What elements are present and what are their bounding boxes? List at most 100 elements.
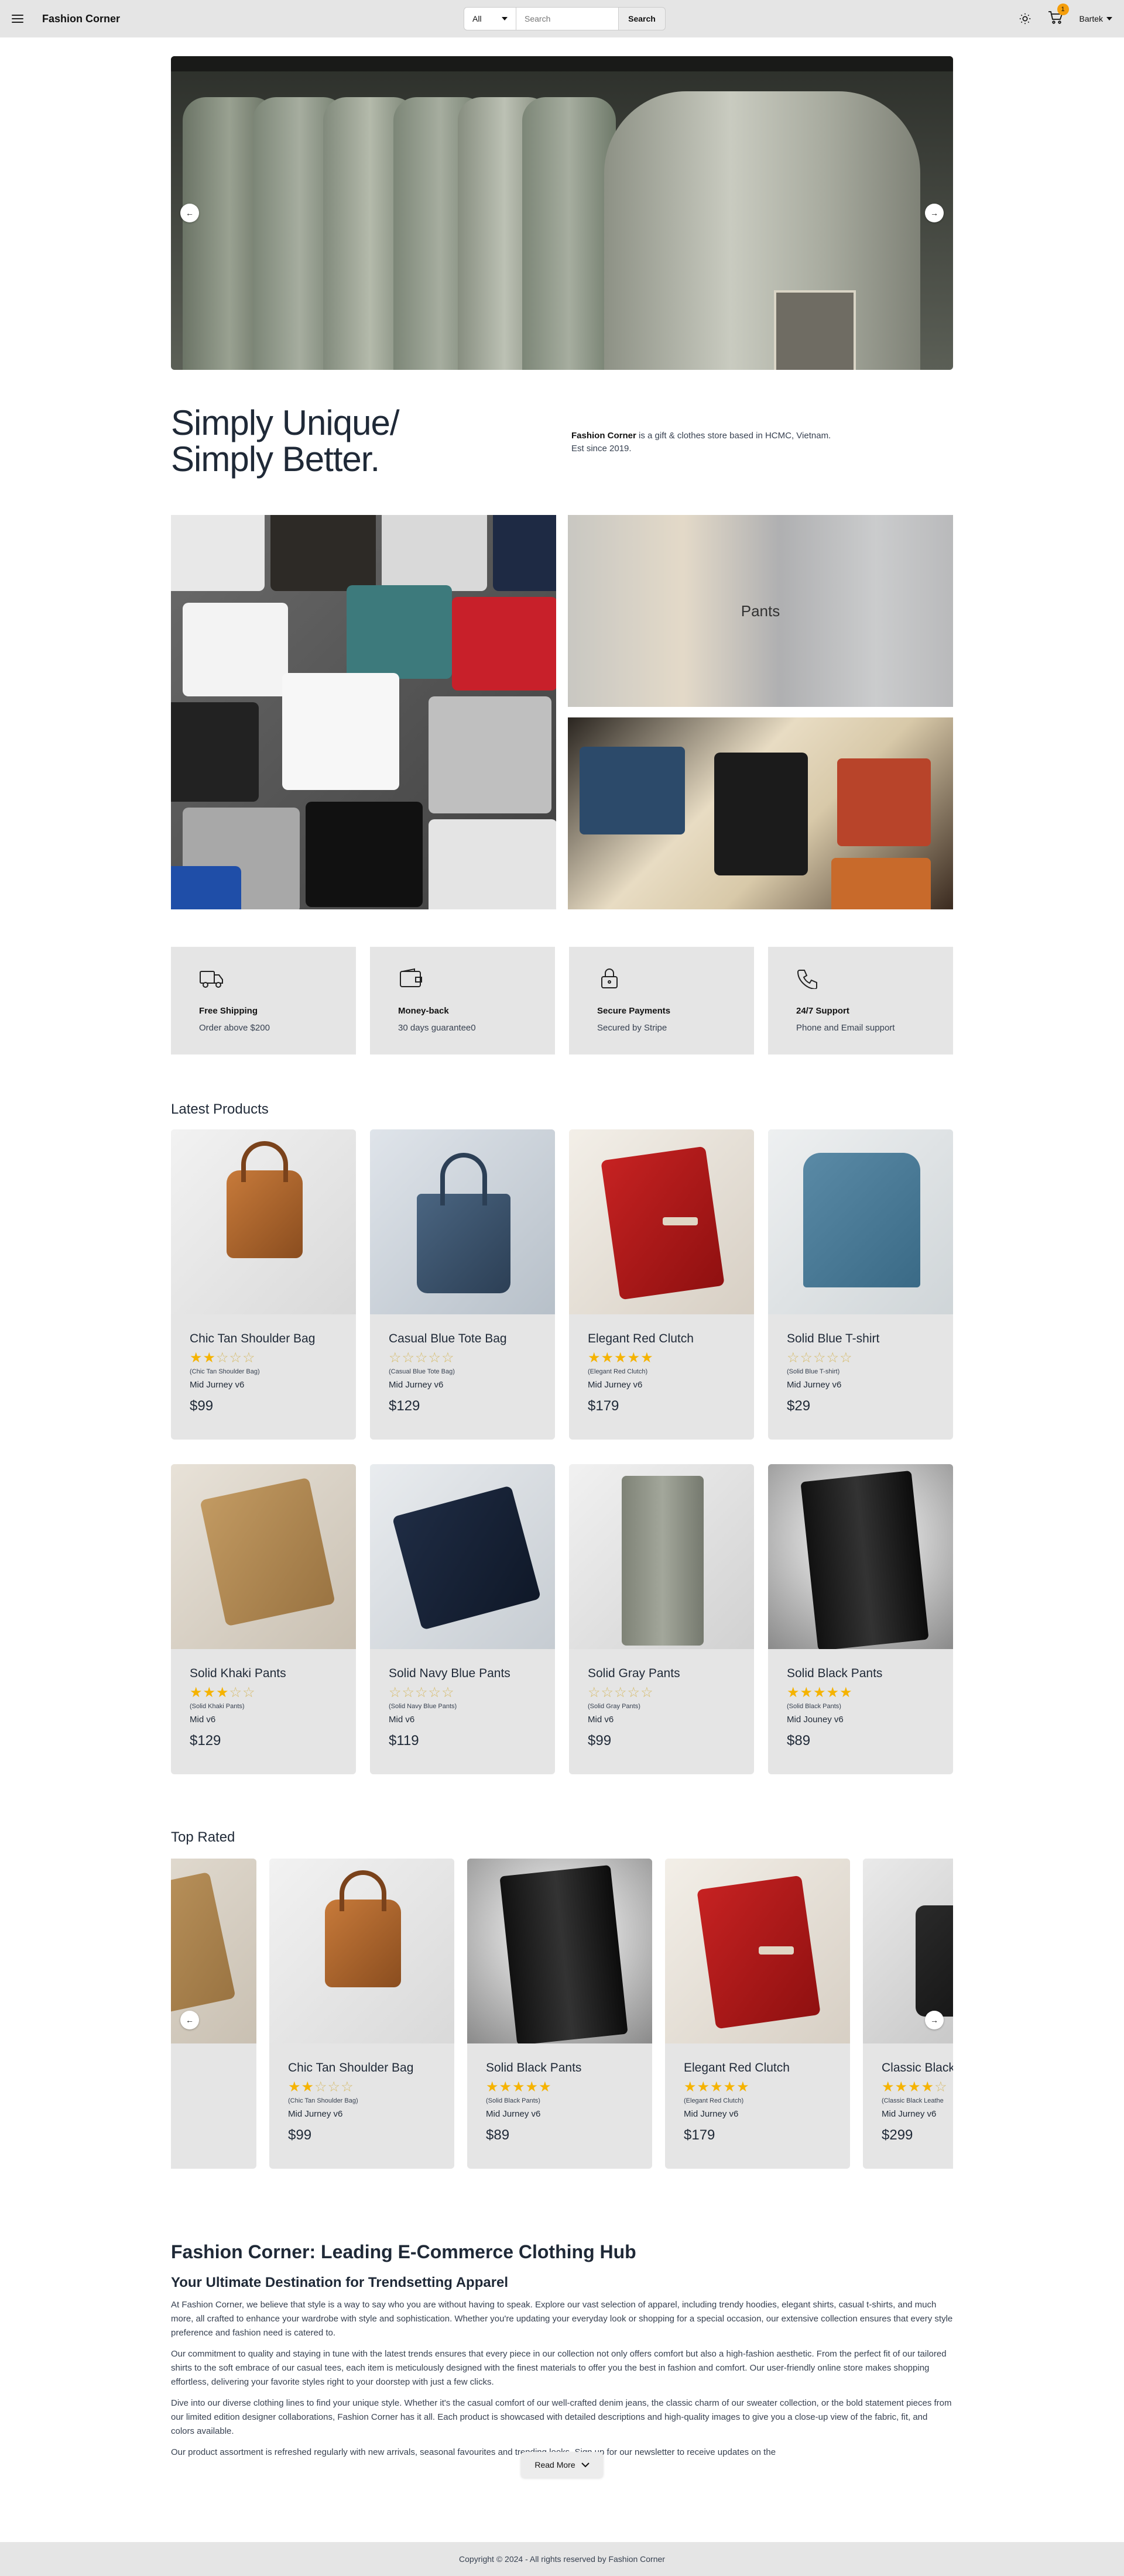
star-empty-icon: ☆	[428, 1685, 442, 1701]
product-brand: Mid Jouney v6	[787, 1715, 844, 1725]
product-image[interactable]	[569, 1464, 754, 1649]
product-card[interactable]: Elegant Red Clutch ★★★★★ (Elegant Red Clut…	[569, 1129, 754, 1440]
product-image[interactable]	[768, 1464, 953, 1649]
product-name[interactable]: Solid Khaki Pants	[190, 1667, 337, 1681]
product-image[interactable]	[569, 1129, 754, 1314]
product-name[interactable]: Solid Black Pants	[486, 2061, 633, 2075]
star-filled-icon: ★	[203, 1350, 217, 1366]
product-price: $89	[486, 2127, 510, 2143]
product-name[interactable]: nts	[171, 2061, 238, 2075]
product-subtitle: (Casual Blue Tote Bag)	[389, 1368, 455, 1375]
tshirt-image	[270, 515, 376, 591]
star-filled-icon: ★	[203, 1685, 217, 1701]
product-card[interactable]: Casual Blue Tote Bag ☆☆☆☆☆ (Casual Blue To…	[370, 1129, 555, 1440]
category-tile-tshirts[interactable]	[171, 515, 556, 909]
product-name[interactable]: Solid Blue T-shirt	[787, 1332, 934, 1346]
product-price: $29	[787, 1398, 811, 1414]
product-name[interactable]: Casual Blue Tote Bag	[389, 1332, 536, 1346]
product-card[interactable]: Solid Black Pants ★★★★★ (Solid Black Pants…	[768, 1464, 953, 1774]
product-card[interactable]: Elegant Red Clutch ★★★★★ (Elegant Red Clut…	[665, 1859, 850, 2169]
product-subtitle: (Solid Khaki Pants)	[190, 1703, 245, 1710]
product-card[interactable]: Solid Khaki Pants ★★★☆☆ (Solid Khaki Pants…	[171, 1464, 356, 1774]
star-empty-icon: ☆	[588, 1685, 601, 1701]
category-label: Pants	[568, 515, 953, 707]
user-menu[interactable]: Bartek	[1080, 14, 1112, 23]
product-name[interactable]: Solid Navy Blue Pants	[389, 1667, 536, 1681]
hero-shirt-tag	[774, 290, 856, 370]
hero-next-button[interactable]: →	[925, 204, 944, 222]
product-brand: Mid Jurney v6	[588, 1380, 643, 1390]
search-button[interactable]: Search	[619, 7, 666, 30]
search-input[interactable]	[516, 7, 619, 30]
product-image[interactable]	[370, 1464, 555, 1649]
product-price: $129	[389, 1398, 420, 1414]
tshirt-image	[493, 515, 556, 591]
product-price: $179	[684, 2127, 715, 2143]
category-tile-pants[interactable]: Pants	[568, 515, 953, 707]
category-tile-bags[interactable]	[568, 717, 953, 909]
about-text: Fashion Corner is a gift & clothes store…	[571, 430, 841, 455]
carousel-next-button[interactable]: →	[925, 2011, 944, 2029]
product-image[interactable]	[370, 1129, 555, 1314]
product-name[interactable]: Solid Gray Pants	[588, 1667, 735, 1681]
brand-logo[interactable]: Fashion Corner	[42, 13, 120, 25]
star-filled-icon: ★	[908, 2079, 921, 2095]
feature-title: Free Shipping	[199, 1006, 258, 1016]
star-filled-icon: ★	[736, 2079, 750, 2095]
product-card[interactable]: Solid Black Pants ★★★★★ (Solid Black Pants…	[467, 1859, 652, 2169]
tshirt-image	[306, 802, 423, 907]
seo-heading: Fashion Corner: Leading E-Commerce Cloth…	[171, 2241, 636, 2262]
star-empty-icon: ☆	[341, 2079, 354, 2095]
product-image[interactable]	[665, 1859, 850, 2043]
product-card[interactable]: Solid Blue T-shirt ☆☆☆☆☆ (Solid Blue T-shi…	[768, 1129, 953, 1440]
product-brand: Mid Jurney v6	[190, 1380, 245, 1390]
star-empty-icon: ☆	[800, 1350, 814, 1366]
star-empty-icon: ☆	[229, 1685, 243, 1701]
product-card[interactable]: Solid Gray Pants ☆☆☆☆☆ (Solid Gray Pants) M…	[569, 1464, 754, 1774]
bag-image	[837, 758, 931, 846]
product-image[interactable]	[467, 1859, 652, 2043]
star-filled-icon: ★	[882, 2079, 895, 2095]
tshirt-image	[347, 585, 452, 679]
theme-sun-icon[interactable]	[1019, 12, 1032, 25]
seo-subheading: Your Ultimate Destination for Trendsetti…	[171, 2275, 509, 2290]
feature-subtitle: Phone and Email support	[796, 1023, 895, 1033]
star-filled-icon: ★	[921, 2079, 935, 2095]
read-more-button[interactable]: Read More	[521, 2452, 603, 2478]
category-select-value: All	[472, 14, 482, 23]
read-more-label: Read More	[534, 2460, 575, 2469]
category-select[interactable]: All	[464, 7, 516, 30]
product-name[interactable]: Elegant Red Clutch	[588, 1332, 735, 1346]
product-price: $99	[288, 2127, 312, 2143]
star-filled-icon: ★	[216, 1685, 229, 1701]
tshirt-image	[429, 696, 551, 813]
star-filled-icon: ★	[723, 2079, 737, 2095]
wallet-icon	[400, 968, 422, 987]
product-name[interactable]: Classic Black	[882, 2061, 953, 2075]
star-filled-icon: ★	[588, 1350, 601, 1366]
product-name[interactable]: Elegant Red Clutch	[684, 2061, 831, 2075]
star-empty-icon: ☆	[314, 2079, 328, 2095]
product-image[interactable]	[171, 1129, 356, 1314]
star-empty-icon: ☆	[389, 1685, 402, 1701]
product-name[interactable]: Solid Black Pants	[787, 1667, 934, 1681]
carousel-prev-button[interactable]: ←	[180, 2011, 199, 2029]
product-image[interactable]	[768, 1129, 953, 1314]
product-card[interactable]: Chic Tan Shoulder Bag ★★☆☆☆ (Chic Tan Shou…	[171, 1129, 356, 1440]
product-card[interactable]: Solid Navy Blue Pants ☆☆☆☆☆ (Solid Navy Bl…	[370, 1464, 555, 1774]
product-card[interactable]: Chic Tan Shoulder Bag ★★☆☆☆ (Chic Tan Shou…	[269, 1859, 454, 2169]
product-image[interactable]	[269, 1859, 454, 2043]
cart-count-badge: 1	[1057, 3, 1069, 15]
hero-prev-button[interactable]: ←	[180, 204, 199, 222]
product-name[interactable]: Chic Tan Shoulder Bag	[190, 1332, 337, 1346]
seo-paragraph: At Fashion Corner, we believe that style…	[171, 2300, 953, 2338]
product-rating: ☆☆☆☆☆	[588, 1685, 735, 1701]
product-image[interactable]	[171, 1464, 356, 1649]
menu-icon[interactable]	[12, 15, 23, 23]
product-price: $129	[190, 1733, 221, 1749]
product-name[interactable]: Chic Tan Shoulder Bag	[288, 2061, 436, 2075]
product-rating: ★★★☆☆	[190, 1685, 337, 1701]
hero-shirt-main	[604, 91, 920, 370]
star-filled-icon: ★	[697, 2079, 711, 2095]
cart-button[interactable]: 1	[1048, 3, 1069, 28]
